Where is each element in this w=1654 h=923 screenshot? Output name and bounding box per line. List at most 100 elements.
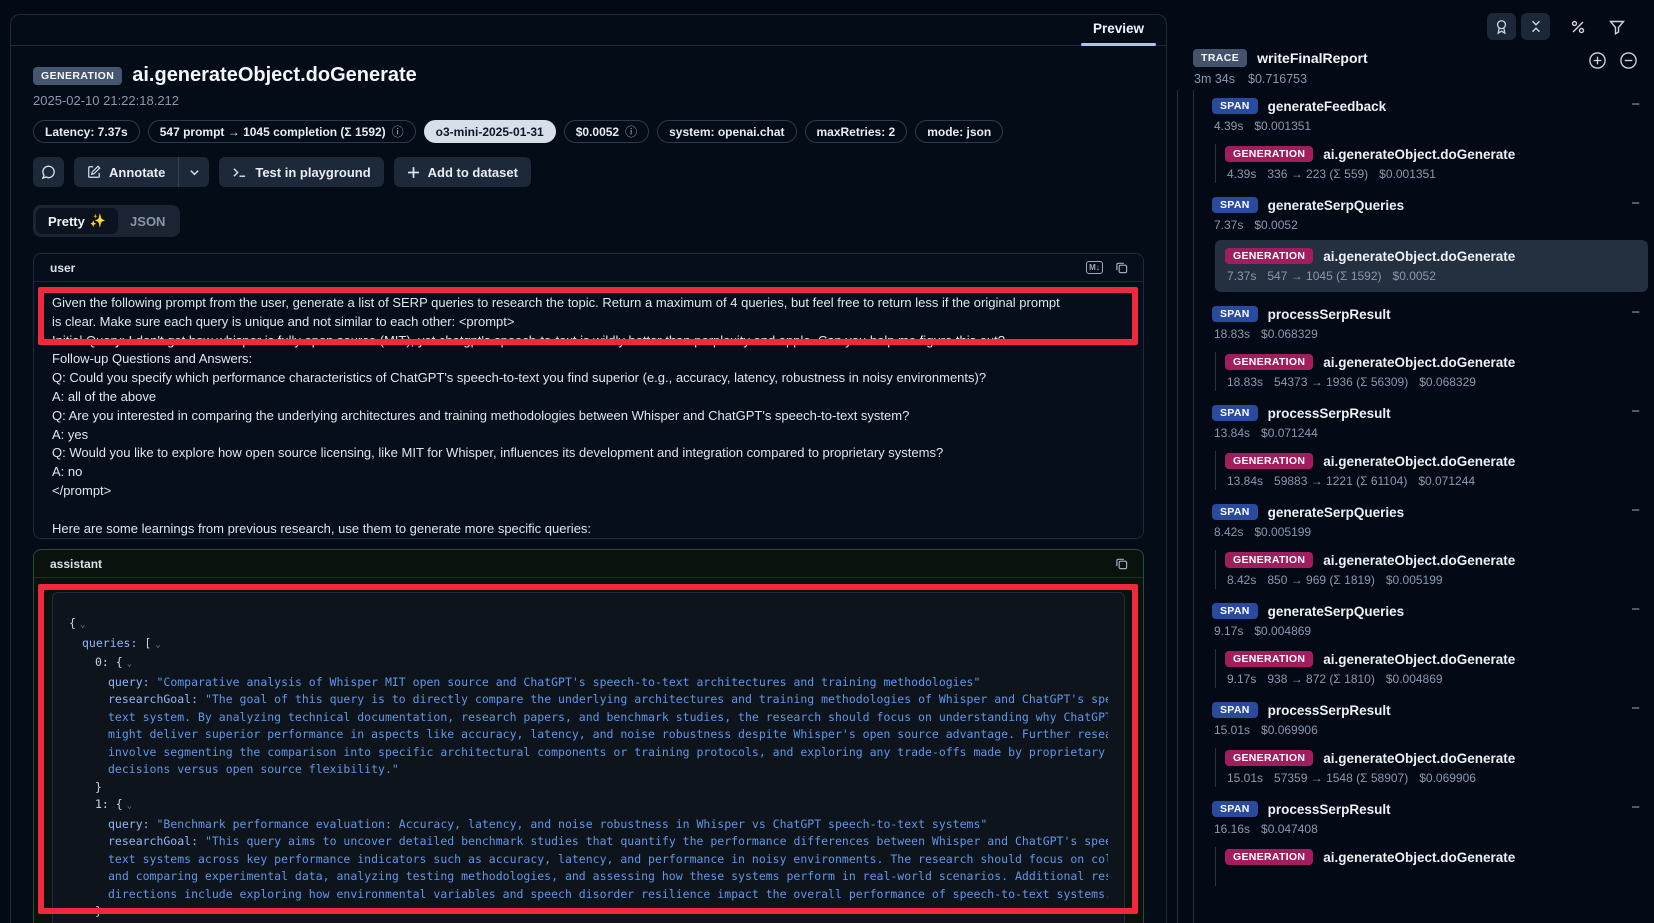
generation-type-badge: GENERATION <box>1225 354 1313 370</box>
user-text-line: </prompt> <box>52 482 1125 501</box>
collapse-row-icon[interactable]: − <box>1631 304 1640 321</box>
user-text-line: Here are some learnings from previous re… <box>52 520 1125 539</box>
generation-cost: $0.004869 <box>1386 672 1443 688</box>
tree-generation-item[interactable]: GENERATION ai.generateObject.doGenerate … <box>1215 144 1648 183</box>
plus-icon <box>407 166 420 179</box>
user-text-line: A: yes <box>52 426 1125 445</box>
json-code-line: text system. By analyzing technical docu… <box>69 709 1108 727</box>
collapse-node-icon[interactable]: ⌄ <box>76 620 85 630</box>
collapse-row-icon[interactable]: − <box>1631 799 1640 816</box>
add-to-dataset-label: Add to dataset <box>428 165 518 180</box>
span-name: processSerpResult <box>1268 802 1391 817</box>
tree-span-item[interactable]: SPAN processSerpResult − 13.84s $0.07124… <box>1212 403 1648 490</box>
collapse-row-icon[interactable]: − <box>1631 700 1640 717</box>
metrics-percent-button[interactable] <box>1563 13 1592 40</box>
user-text-line: Initial Query: I don't get how whisper i… <box>52 332 1125 351</box>
span-name: generateSerpQueries <box>1268 604 1405 619</box>
add-to-dataset-button[interactable]: Add to dataset <box>394 157 531 187</box>
trace-root-row[interactable]: TRACE writeFinalReport <box>1193 49 1368 67</box>
generation-name: ai.generateObject.doGenerate <box>1323 652 1515 667</box>
edit-icon <box>87 165 101 179</box>
generation-type-badge: GENERATION <box>1225 750 1313 766</box>
span-type-badge: SPAN <box>1212 603 1258 619</box>
percent-icon <box>1570 19 1586 35</box>
collapse-node-icon[interactable]: ⌄ <box>123 659 132 669</box>
collapse-row-icon[interactable]: − <box>1631 502 1640 519</box>
tree-span-item[interactable]: SPAN processSerpResult − 16.16s $0.04740… <box>1212 799 1648 886</box>
tree-span-item[interactable]: SPAN generateSerpQueries − 8.42s $0.0051… <box>1212 502 1648 589</box>
user-text-line: Q: Are you interested in comparing the u… <box>52 407 1125 426</box>
generation-name: ai.generateObject.doGenerate <box>1323 454 1515 469</box>
playground-button[interactable]: Test in playground <box>219 157 383 187</box>
tree-generation-item[interactable]: GENERATION ai.generateObject.doGenerate … <box>1215 550 1648 589</box>
tree-generation-item[interactable]: GENERATION ai.generateObject.doGenerate … <box>1215 748 1648 787</box>
tree-span-item[interactable]: SPAN generateSerpQueries − 9.17s $0.0048… <box>1212 601 1648 688</box>
tab-preview[interactable]: Preview <box>1075 15 1162 46</box>
tree-span-item[interactable]: SPAN processSerpResult − 18.83s $0.06832… <box>1212 304 1648 391</box>
generation-duration: 4.39s <box>1227 167 1256 183</box>
annotate-split-button: Annotate <box>74 157 209 187</box>
copy-icon[interactable] <box>1112 259 1131 276</box>
collapse-node-icon[interactable]: ⌄ <box>123 801 132 811</box>
filter-button[interactable] <box>1602 13 1631 40</box>
tree-generation-item[interactable]: GENERATION ai.generateObject.doGenerate … <box>1215 352 1648 391</box>
span-cost: $0.0052 <box>1254 218 1297 234</box>
collapse-row-icon[interactable]: − <box>1631 403 1640 420</box>
span-type-badge: SPAN <box>1212 306 1258 322</box>
markdown-toggle-icon[interactable]: M↓ <box>1085 259 1104 276</box>
generation-tokens: 850 → 969 (Σ 1819) <box>1267 573 1374 589</box>
generation-name: ai.generateObject.doGenerate <box>1323 249 1515 264</box>
info-icon[interactable]: ⓘ <box>392 123 404 140</box>
collapse-row-icon[interactable]: − <box>1631 96 1640 113</box>
generation-type-badge: GENERATION <box>1225 651 1313 667</box>
pill-label: mode: json <box>927 125 991 139</box>
minus-circle-icon[interactable] <box>1617 49 1639 71</box>
toggle-pretty[interactable]: Pretty ✨ <box>36 208 118 234</box>
copy-icon[interactable] <box>1112 555 1131 572</box>
generation-tokens: 57359 → 1548 (Σ 58907) <box>1274 771 1408 787</box>
annotate-button[interactable]: Annotate <box>74 157 178 187</box>
collapse-node-icon[interactable]: ⌄ <box>151 640 160 650</box>
collapse-row-icon[interactable]: − <box>1631 195 1640 212</box>
tree-generation-item[interactable]: GENERATION ai.generateObject.doGenerate … <box>1215 649 1648 688</box>
tree-generation-item[interactable]: GENERATION ai.generateObject.doGenerate … <box>1215 240 1648 292</box>
comment-button[interactable] <box>33 157 64 187</box>
user-message-body: Given the following prompt from the user… <box>34 282 1143 538</box>
collapse-icon <box>1529 19 1543 34</box>
trace-tree-sidebar: TRACE writeFinalReport 3m 34s $0.716753 … <box>1175 0 1654 923</box>
collapse-row-icon[interactable]: − <box>1631 601 1640 618</box>
generation-cost: $0.001351 <box>1379 167 1436 183</box>
metadata-pill: system: openai.chat <box>657 120 796 143</box>
pretty-label: Pretty <box>48 214 85 229</box>
toggle-json[interactable]: JSON <box>118 208 177 234</box>
tree-generation-item[interactable]: GENERATION ai.generateObject.doGenerate <box>1215 847 1648 886</box>
annotate-dropdown-button[interactable] <box>179 157 209 187</box>
generation-duration: 18.83s <box>1227 375 1263 391</box>
generation-cost: $0.069906 <box>1419 771 1476 787</box>
plus-circle-icon[interactable] <box>1586 49 1608 71</box>
tree-span-item[interactable]: SPAN generateSerpQueries − 7.37s $0.0052… <box>1212 195 1648 292</box>
tree-span-item[interactable]: SPAN generateFeedback − 4.39s $0.001351 … <box>1212 96 1648 183</box>
collapse-all-button[interactable] <box>1521 13 1550 40</box>
span-duration: 9.17s <box>1214 624 1243 640</box>
json-code-line: query: "Comparative analysis of Whisper … <box>69 674 1108 692</box>
generation-duration: 8.42s <box>1227 573 1256 589</box>
generation-name: ai.generateObject.doGenerate <box>1323 850 1515 865</box>
assistant-json-output: {⌄queries: [⌄0: {⌄query: "Comparative an… <box>52 592 1125 923</box>
generation-cost: $0.005199 <box>1386 573 1443 589</box>
assistant-role-label: assistant <box>50 557 102 571</box>
generation-duration: 9.17s <box>1227 672 1256 688</box>
span-cost: $0.001351 <box>1254 119 1311 135</box>
span-cost: $0.068329 <box>1261 327 1318 343</box>
scores-award-button[interactable] <box>1487 13 1516 40</box>
span-duration: 4.39s <box>1214 119 1243 135</box>
metadata-pill: o3-mini-2025-01-31 <box>424 120 556 143</box>
generation-tokens: 59883 → 1221 (Σ 61104) <box>1274 474 1407 490</box>
observation-header: GENERATION ai.generateObject.doGenerate … <box>11 46 1166 237</box>
tree-span-item[interactable]: SPAN processSerpResult − 15.01s $0.06990… <box>1212 700 1648 787</box>
user-text-line: Q: Could you specify which performance c… <box>52 369 1125 388</box>
info-icon[interactable]: ⓘ <box>625 123 637 140</box>
generation-cost: $0.0052 <box>1393 269 1436 285</box>
assistant-message-header: assistant <box>34 550 1143 578</box>
tree-generation-item[interactable]: GENERATION ai.generateObject.doGenerate … <box>1215 451 1648 490</box>
